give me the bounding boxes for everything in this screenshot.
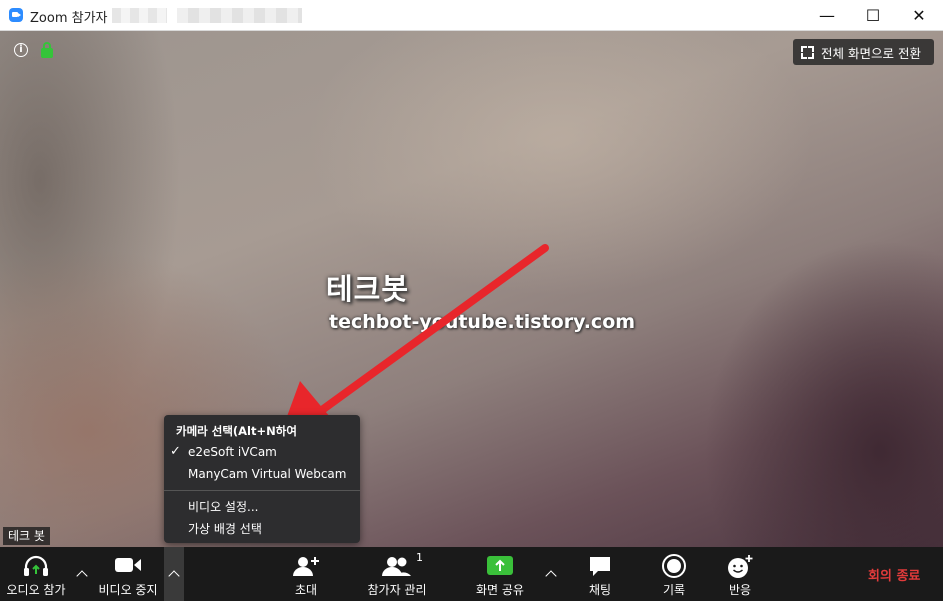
reactions-button[interactable]: 반응 (720, 547, 760, 601)
chat-label: 채팅 (588, 583, 612, 597)
share-screen-button[interactable]: 화면 공유 (472, 547, 528, 601)
camera-option-manycam[interactable]: ManyCam Virtual Webcam (188, 467, 346, 481)
video-settings-item[interactable]: 비디오 설정... (188, 498, 258, 515)
reactions-label: 반응 (728, 583, 752, 597)
video-options-caret[interactable] (164, 547, 184, 601)
maximize-button[interactable]: ☐ (850, 0, 896, 30)
join-audio-button[interactable]: 오디오 참가 (0, 547, 72, 601)
add-emoji-icon (728, 555, 753, 578)
participant-count: 1 (416, 551, 423, 564)
minimize-button[interactable]: — (804, 0, 850, 30)
camera-select-menu: 카메라 선택(Alt+N하여 ✓ e2eSoft iVCam ManyCam V… (164, 415, 360, 543)
video-label: 비디오 중지 (98, 583, 158, 597)
video-area: i 전체 화면으로 전환 테크봇 techbot-youtube.tistory… (0, 31, 943, 547)
share-label: 화면 공유 (476, 583, 524, 597)
participants-label: 참가자 관리 (367, 583, 427, 597)
audio-label: 오디오 참가 (6, 583, 66, 597)
window-title: Zoom 참가자 (30, 11, 108, 26)
add-person-icon (293, 557, 319, 576)
stop-video-button[interactable]: 비디오 중지 (93, 547, 163, 601)
record-icon (662, 554, 686, 578)
record-label: 기록 (662, 583, 686, 597)
blurred-name (112, 8, 167, 23)
camera-option-ivcam[interactable]: e2eSoft iVCam (188, 445, 277, 459)
chat-button[interactable]: 채팅 (580, 547, 620, 601)
participants-icon (382, 557, 411, 576)
meeting-toolbar: 오디오 참가 비디오 중지 초대 1 참가자 관리 화면 공유 채팅 기록 반응… (0, 547, 943, 601)
red-arrow-annotation (278, 244, 549, 441)
zoom-app-icon (9, 8, 23, 22)
menu-divider (164, 490, 360, 491)
virtual-background-item[interactable]: 가상 배경 선택 (188, 520, 262, 537)
manage-participants-button[interactable]: 1 참가자 관리 (364, 547, 430, 601)
blurred-meeting-id (177, 8, 302, 23)
share-options-caret[interactable] (541, 547, 561, 601)
end-meeting-button[interactable]: 회의 종료 (868, 565, 920, 584)
close-button[interactable]: ✕ (896, 0, 942, 30)
check-icon: ✓ (170, 444, 181, 459)
video-camera-icon (115, 558, 141, 572)
invite-label: 초대 (294, 583, 318, 597)
camera-menu-header: 카메라 선택(Alt+N하여 (176, 424, 297, 438)
invite-button[interactable]: 초대 (280, 547, 332, 601)
audio-options-caret[interactable] (72, 547, 92, 601)
participant-name-label: 테크 봇 (3, 527, 50, 545)
headphones-icon (24, 555, 48, 576)
title-bar: Zoom 참가자 — ☐ ✕ (0, 0, 943, 31)
record-button[interactable]: 기록 (654, 547, 694, 601)
share-screen-icon (487, 556, 513, 575)
chat-icon (590, 557, 610, 576)
